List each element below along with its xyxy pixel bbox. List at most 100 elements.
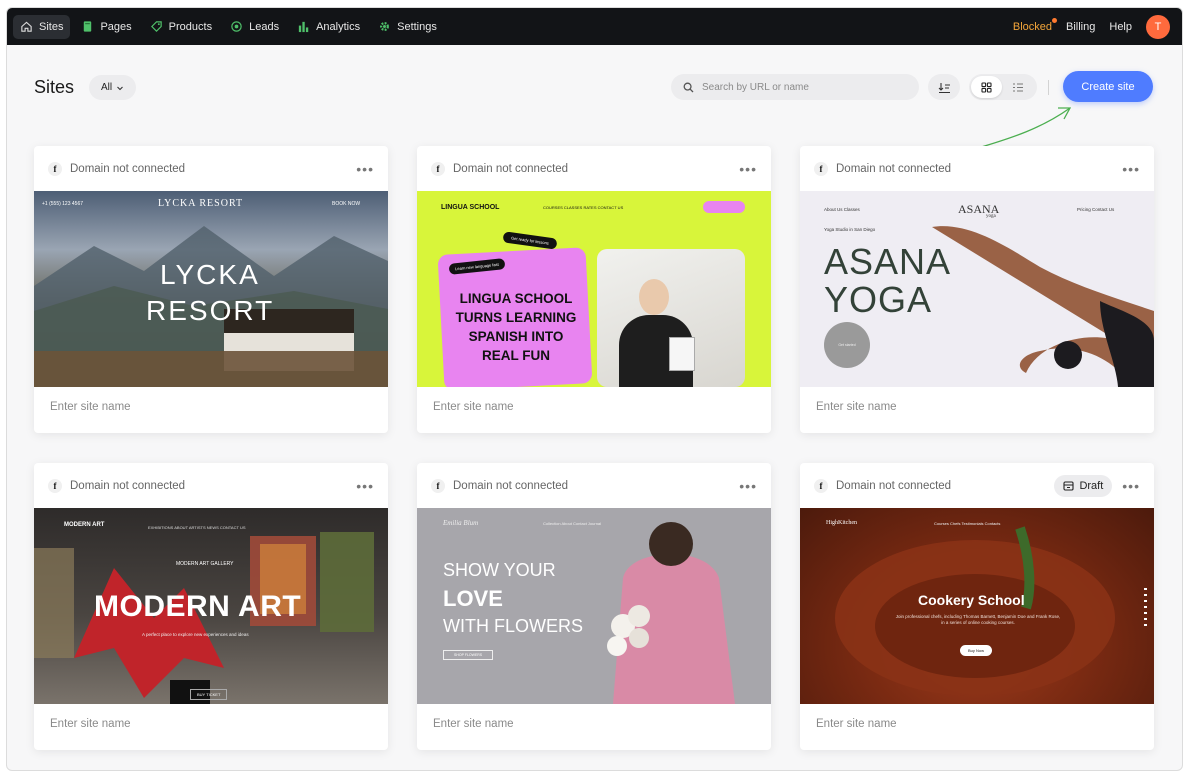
site-name-input[interactable] xyxy=(433,401,753,413)
pages-icon xyxy=(84,21,92,32)
nav-item-analytics[interactable]: Analytics xyxy=(290,15,367,39)
preview-cta: BOOK NOW xyxy=(332,201,361,207)
sort-button[interactable] xyxy=(928,74,960,100)
slider-dots xyxy=(1144,588,1147,630)
account-links: Blocked Billing Help T xyxy=(1013,14,1176,39)
preview-cta: BUY TICKET xyxy=(190,689,228,700)
card-actions: ••• xyxy=(739,479,757,493)
card-header: f Domain not connected ••• xyxy=(417,463,771,508)
circle-label: Get started xyxy=(838,343,856,347)
preview-headline: LOVE xyxy=(443,586,503,611)
preview-headline: MODERN ART xyxy=(94,590,302,623)
list-view-button[interactable] xyxy=(1002,76,1033,98)
site-card[interactable]: f Domain not connected ••• Emilia Blum C… xyxy=(417,463,771,750)
nav-item-leads[interactable]: Leads xyxy=(223,15,286,39)
top-navigation-bar: Sites Pages Products Leads Analytics Set… xyxy=(7,8,1182,45)
preview-logo: HighKitchen xyxy=(826,520,857,526)
more-options-icon[interactable]: ••• xyxy=(356,479,374,493)
site-card[interactable]: f Domain not connected ••• About Us Clas… xyxy=(800,146,1154,433)
billing-link[interactable]: Billing xyxy=(1066,21,1095,33)
avatar[interactable]: T xyxy=(1146,14,1170,39)
preview-headline: LYCKA xyxy=(160,259,260,290)
bar-chart-icon xyxy=(298,21,309,33)
list-icon xyxy=(1012,82,1023,92)
blocked-link[interactable]: Blocked xyxy=(1013,17,1058,33)
site-name-input[interactable] xyxy=(50,401,370,413)
filter-label: All xyxy=(101,82,113,93)
site-name-input[interactable] xyxy=(816,401,1136,413)
view-toggle xyxy=(969,74,1037,100)
site-logo-icon: f xyxy=(431,478,445,493)
page-title: Sites xyxy=(34,77,75,97)
site-preview[interactable]: Emilia Blum Collection About Contact Jou… xyxy=(417,508,771,704)
site-logo-icon: f xyxy=(814,161,828,176)
draft-badge[interactable]: Draft xyxy=(1054,474,1113,497)
site-preview[interactable]: HighKitchen Courses Chefs Testimonials C… xyxy=(800,508,1154,704)
grid-icon xyxy=(981,81,992,93)
header-divider xyxy=(1048,80,1049,95)
main-nav: Sites Pages Products Leads Analytics Set… xyxy=(13,14,444,39)
arrow-annotation xyxy=(977,107,1072,149)
help-link[interactable]: Help xyxy=(1109,21,1132,33)
more-options-icon[interactable]: ••• xyxy=(1122,479,1140,493)
nav-item-pages[interactable]: Pages xyxy=(74,15,138,39)
more-options-icon[interactable]: ••• xyxy=(739,479,757,493)
preview-button xyxy=(703,201,745,213)
preview-headline: Cookery School xyxy=(918,592,1025,608)
preview-headline: WITH FLOWERS xyxy=(443,616,583,636)
preview-nav: EXHIBITIONS ABOUT ARTISTS NEWS CONTACT U… xyxy=(148,525,246,530)
grid-view-button[interactable] xyxy=(971,76,1002,98)
site-name-input[interactable] xyxy=(50,718,370,730)
nav-item-products[interactable]: Products xyxy=(143,15,219,39)
domain-status: Domain not connected xyxy=(70,479,186,492)
card-header: f Domain not connected ••• xyxy=(34,463,388,508)
site-preview[interactable]: About Us Classes ASANA yoga Pricing Cont… xyxy=(800,191,1154,387)
site-preview[interactable]: LYCKA RESORT +1 (555) 123 4567 BOOK NOW … xyxy=(34,191,388,387)
preview-nav: COURSES CLASSES RATES CONTACT US xyxy=(543,205,624,210)
domain-status: Domain not connected xyxy=(836,479,952,492)
site-name-input[interactable] xyxy=(816,718,1136,730)
target-icon xyxy=(231,21,242,32)
draft-label: Draft xyxy=(1079,479,1104,492)
site-name-input[interactable] xyxy=(433,718,753,730)
domain-status: Domain not connected xyxy=(70,162,186,175)
nav-label: Pages xyxy=(100,20,132,33)
domain-status: Domain not connected xyxy=(836,162,952,175)
tag-icon xyxy=(150,21,162,32)
domain-status: Domain not connected xyxy=(453,479,569,492)
get-started-circle: Get started xyxy=(824,322,870,368)
more-options-icon[interactable]: ••• xyxy=(356,162,374,176)
site-card[interactable]: f Domain not connected Draft ••• HighKit… xyxy=(800,463,1154,750)
site-logo-icon: f xyxy=(48,161,62,176)
site-logo-icon: f xyxy=(431,161,445,176)
card-actions: Draft ••• xyxy=(1054,474,1140,497)
search-box xyxy=(671,74,919,100)
nav-item-sites[interactable]: Sites xyxy=(13,14,71,39)
site-preview[interactable]: LINGUA SCHOOL COURSES CLASSES RATES CONT… xyxy=(417,191,771,387)
card-header: f Domain not connected ••• xyxy=(34,146,388,191)
site-preview[interactable]: MODERN ART EXHIBITIONS ABOUT ARTISTS NEW… xyxy=(34,508,388,704)
preview-brand: LINGUA SCHOOL xyxy=(441,204,500,211)
more-options-icon[interactable]: ••• xyxy=(1122,162,1140,176)
site-card[interactable]: f Domain not connected ••• LYCKA RESORT … xyxy=(34,146,388,433)
site-logo-icon: f xyxy=(48,478,62,493)
site-card[interactable]: f Domain not connected ••• LINGUA SCHOOL… xyxy=(417,146,771,433)
preview-headline: YOGA xyxy=(824,279,933,320)
card-header: f Domain not connected Draft ••• xyxy=(800,463,1154,508)
draft-icon xyxy=(1063,480,1074,491)
site-card[interactable]: f Domain not connected ••• MODERN ART EX… xyxy=(34,463,388,750)
site-logo-icon: f xyxy=(814,478,828,493)
preview-tag: Get ready for lessons xyxy=(502,231,558,250)
filter-dropdown[interactable]: All xyxy=(89,75,137,100)
preview-headline: LINGUA SCHOOL TURNS LEARNING SPANISH INT… xyxy=(455,291,577,363)
card-actions: ••• xyxy=(356,162,374,176)
preview-headline: SHOW YOUR xyxy=(443,560,556,580)
person-shape xyxy=(639,279,669,315)
nav-item-settings[interactable]: Settings xyxy=(371,15,444,39)
card-actions: ••• xyxy=(356,479,374,493)
search-input[interactable] xyxy=(702,81,892,93)
domain-status: Domain not connected xyxy=(453,162,569,175)
more-options-icon[interactable]: ••• xyxy=(739,162,757,176)
card-actions: ••• xyxy=(739,162,757,176)
create-site-button[interactable]: Create site xyxy=(1063,71,1153,102)
